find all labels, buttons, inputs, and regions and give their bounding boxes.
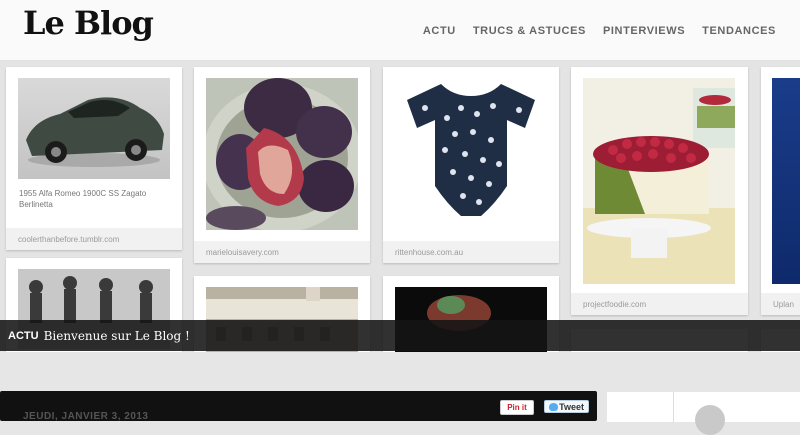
figs-source[interactable]: marielouisavery.com [194,241,370,263]
nav-trucs-astuces[interactable]: TRUCS & ASTUCES [473,25,586,37]
tweet-label: Tweet [559,402,584,412]
car-caption-line2: Berlinetta [19,200,53,209]
main-nav: ACTU TRUCS & ASTUCES PINTERVIEWS TENDANC… [423,25,776,37]
pin-card-blue[interactable]: Uplan [761,67,800,315]
site-logo[interactable]: Le Blog [23,4,154,42]
car-source[interactable]: coolerthanbefore.tumblr.com [6,228,182,250]
sidebar-divider [673,392,674,422]
nav-actu[interactable]: ACTU [423,25,456,37]
pin-card-cake[interactable]: projectfoodie.com [571,67,748,315]
pin-it-button[interactable]: Pin it [500,400,534,415]
avatar[interactable] [695,405,725,435]
car-image [18,78,170,179]
blue-source[interactable]: Uplan [761,293,800,315]
onesie-source[interactable]: rittenhouse.com.au [383,241,559,263]
featured-caption-bar[interactable]: ACTU Bienvenue sur Le Blog ! [0,320,800,351]
pin-wall: 1955 Alfa Romeo 1900C SS Zagato Berlinet… [0,61,800,352]
car-caption-line1: 1955 Alfa Romeo 1900C SS Zagato [19,189,147,198]
pin-card-figs[interactable]: marielouisavery.com [194,67,370,263]
caption-tag[interactable]: ACTU [8,330,39,342]
cake-image [583,78,735,284]
nav-pinterviews[interactable]: PINTERVIEWS [603,25,685,37]
figs-image [206,78,358,230]
nav-tendances[interactable]: TENDANCES [702,25,776,37]
pin-card-car[interactable]: 1955 Alfa Romeo 1900C SS Zagato Berlinet… [6,67,182,250]
cake-source[interactable]: projectfoodie.com [571,293,748,315]
twitter-bird-icon [549,403,558,411]
tweet-button[interactable]: Tweet [544,400,589,413]
post-header: JEUDI, JANVIER 3, 2013 Pin it Tweet [0,391,597,422]
onesie-image [395,78,547,230]
blue-image [772,78,800,284]
pin-card-onesie[interactable]: rittenhouse.com.au [383,67,559,263]
caption-title[interactable]: Bienvenue sur Le Blog ! [44,329,190,343]
post-date: JEUDI, JANVIER 3, 2013 [23,411,149,422]
site-header: Le Blog ACTU TRUCS & ASTUCES PINTERVIEWS… [0,0,800,61]
